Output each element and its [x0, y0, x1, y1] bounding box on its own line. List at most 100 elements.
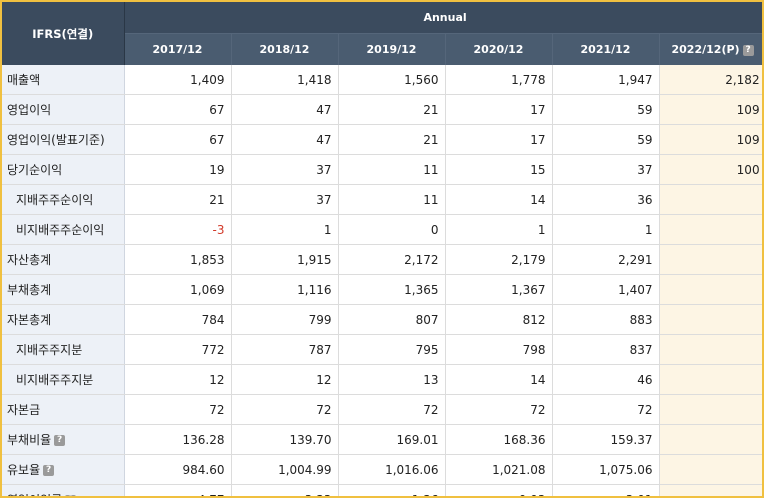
- table-row: 부채총계 1,069 1,116 1,365 1,367 1,407: [2, 274, 762, 305]
- table-cell: 984.60: [124, 454, 232, 485]
- table-cell: 1,004.99: [231, 454, 339, 485]
- table-cell: [659, 214, 762, 245]
- row-label: 부채총계: [2, 274, 125, 305]
- row-label: 지배주주순이익: [2, 184, 125, 215]
- table-cell: 169.01: [338, 424, 446, 455]
- table-row: 당기순이익 19 37 11 15 37 100: [2, 154, 762, 185]
- help-icon[interactable]: ?: [54, 435, 66, 446]
- row-label[interactable]: 유보율?: [2, 454, 125, 485]
- table-cell: 1,418: [231, 65, 339, 95]
- row-label-text: 자산총계: [7, 253, 52, 267]
- table-cell: 14: [445, 364, 553, 395]
- table-cell: 13: [338, 364, 446, 395]
- row-label[interactable]: 영업이익률?: [2, 484, 125, 496]
- year-label: 2019/12: [366, 43, 417, 56]
- table-cell: 1: [231, 214, 339, 245]
- table-cell: 787: [231, 334, 339, 365]
- table-cell: 17: [445, 124, 553, 155]
- table-cell: 3.01: [552, 484, 660, 496]
- table-row: 영업이익(발표기준) 67 47 21 17 59 109: [2, 124, 762, 155]
- year-header-5: 2022/12(P)?: [659, 33, 762, 65]
- table-cell: 109: [659, 94, 762, 125]
- row-label-text: 영업이익률: [7, 493, 62, 496]
- table-cell: [659, 484, 762, 496]
- row-label[interactable]: 부채비율?: [2, 424, 125, 455]
- table-cell: 15: [445, 154, 553, 185]
- table-cell: 72: [231, 394, 339, 425]
- table-cell: 1,016.06: [338, 454, 446, 485]
- table-cell: 46: [552, 364, 660, 395]
- table-cell: 159.37: [552, 424, 660, 455]
- table-cell: 799: [231, 304, 339, 335]
- table-cell: 2,179: [445, 244, 553, 275]
- table-cell: 67: [124, 94, 232, 125]
- table-cell: 21: [338, 94, 446, 125]
- table-row: 매출액 1,409 1,418 1,560 1,778 1,947 2,182: [2, 65, 762, 95]
- table-cell: 37: [231, 184, 339, 215]
- row-label-text: 자본금: [7, 403, 41, 417]
- table-cell: 100: [659, 154, 762, 185]
- year-label: 2020/12: [473, 43, 524, 56]
- row-label-text: 비지배주주지분: [16, 373, 94, 387]
- row-label: 비지배주주순이익: [2, 214, 125, 245]
- table-cell: 3.33: [231, 484, 339, 496]
- table-row: 부채비율? 136.28 139.70 169.01 168.36 159.37: [2, 424, 762, 455]
- table-cell: 1,915: [231, 244, 339, 275]
- table-cell: 59: [552, 94, 660, 125]
- year-header-2: 2019/12: [338, 33, 446, 65]
- table-cell: 72: [338, 394, 446, 425]
- row-label-text: 부채비율: [7, 433, 52, 447]
- table-cell: 17: [445, 94, 553, 125]
- year-header-1: 2018/12: [231, 33, 339, 65]
- table-cell: 21: [338, 124, 446, 155]
- table-cell: 798: [445, 334, 553, 365]
- table-cell: 14: [445, 184, 553, 215]
- table-cell: 1,853: [124, 244, 232, 275]
- table-cell: 0.93: [445, 484, 553, 496]
- table-cell: [659, 334, 762, 365]
- table-row: 자본총계 784 799 807 812 883: [2, 304, 762, 335]
- table-cell: [659, 364, 762, 395]
- year-header-0: 2017/12: [124, 33, 232, 65]
- table-cell: 784: [124, 304, 232, 335]
- year-label: 2018/12: [259, 43, 310, 56]
- year-header-3: 2020/12: [445, 33, 553, 65]
- table-cell: 4.77: [124, 484, 232, 496]
- financial-table: IFRS(연결) Annual 2017/12 2018/12 2019/12 202…: [2, 2, 762, 496]
- row-label-text: 지배주주지분: [16, 343, 83, 357]
- table-cell: 1,069: [124, 274, 232, 305]
- table-cell: 19: [124, 154, 232, 185]
- table-cell: 1,409: [124, 65, 232, 95]
- table-row: 지배주주순이익 21 37 11 14 36: [2, 184, 762, 215]
- table-cell: [659, 184, 762, 215]
- table-cell: 36: [552, 184, 660, 215]
- row-label: 영업이익(발표기준): [2, 124, 125, 155]
- table-cell: [659, 424, 762, 455]
- row-label: 자본금: [2, 394, 125, 425]
- table-cell: 12: [231, 364, 339, 395]
- table-cell: 67: [124, 124, 232, 155]
- row-label: 매출액: [2, 65, 125, 95]
- table-row: 비지배주주순이익 -3 1 0 1 1: [2, 214, 762, 245]
- table-cell: [659, 244, 762, 275]
- help-icon[interactable]: ?: [742, 44, 754, 56]
- table-cell: [659, 394, 762, 425]
- row-label: 자본총계: [2, 304, 125, 335]
- table-cell: 12: [124, 364, 232, 395]
- financial-summary-panel: IFRS(연결) Annual 2017/12 2018/12 2019/12 202…: [0, 0, 764, 498]
- row-label: 영업이익: [2, 94, 125, 125]
- row-label-text: 부채총계: [7, 283, 52, 297]
- table-cell: [659, 454, 762, 485]
- table-cell: 1,367: [445, 274, 553, 305]
- table-cell: 795: [338, 334, 446, 365]
- table-cell: 2,172: [338, 244, 446, 275]
- year-header-4: 2021/12: [552, 33, 660, 65]
- table-cell: 1,365: [338, 274, 446, 305]
- table-row: 자본금 72 72 72 72 72: [2, 394, 762, 425]
- table-cell: 136.28: [124, 424, 232, 455]
- row-label-text: 자본총계: [7, 313, 52, 327]
- table-cell: [659, 274, 762, 305]
- table-row: 비지배주주지분 12 12 13 14 46: [2, 364, 762, 395]
- help-icon[interactable]: ?: [43, 465, 55, 476]
- table-cell: 883: [552, 304, 660, 335]
